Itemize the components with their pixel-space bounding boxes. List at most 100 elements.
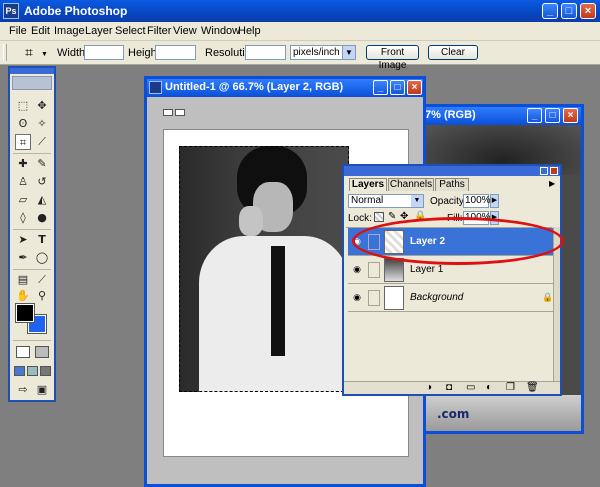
front-image-button[interactable]: Front Image (366, 45, 419, 71)
crop-tool-icon[interactable]: ⌗ (15, 134, 31, 150)
toolbox-titlebar[interactable] (10, 68, 54, 74)
clone-stamp-tool-icon[interactable]: ♙ (15, 174, 31, 190)
opacity-input[interactable]: 100% (463, 194, 491, 208)
eraser-tool-icon[interactable]: ▱ (15, 192, 31, 208)
close-button[interactable]: × (580, 3, 596, 19)
blend-mode-select[interactable]: Normal ▼ (348, 194, 424, 208)
brush-tool-icon[interactable]: ✎ (34, 156, 50, 172)
opacity-label: Opacity: (430, 196, 467, 207)
opacity-slider-icon[interactable]: ▶ (490, 194, 499, 208)
magic-wand-tool-icon[interactable]: ✧ (34, 116, 50, 132)
history-brush-tool-icon[interactable]: ↺ (34, 174, 50, 190)
foreground-color-swatch[interactable] (15, 303, 35, 323)
healing-brush-tool-icon[interactable]: ✚ (15, 156, 31, 172)
layer-style-icon[interactable]: ◑ (426, 382, 432, 393)
resolution-units-select[interactable]: pixels/inch ▼ (290, 45, 356, 60)
type-tool-icon[interactable]: T (34, 232, 50, 248)
layer-name[interactable]: Layer 1 (410, 264, 443, 275)
resolution-input[interactable] (245, 45, 286, 60)
menu-filter[interactable]: Filter (147, 25, 171, 37)
path-selection-tool-icon[interactable]: ➤ (15, 232, 31, 248)
menu-view[interactable]: View (173, 25, 197, 37)
gripper[interactable] (3, 44, 7, 61)
close-button[interactable]: × (407, 80, 422, 95)
lock-image-icon[interactable]: ✎ (388, 211, 396, 222)
menu-layer[interactable]: Layer (85, 25, 113, 37)
tab-paths[interactable]: Paths (435, 178, 469, 191)
ruler-icon (175, 109, 185, 116)
screen-mode-standard-icon[interactable] (14, 366, 25, 376)
document-front-titlebar[interactable]: Untitled-1 @ 66.7% (Layer 2, RGB) _ □ × (147, 79, 423, 97)
divider (13, 153, 51, 154)
link-icon[interactable] (368, 290, 380, 306)
dodge-tool-icon[interactable]: ● (34, 210, 50, 226)
marquee-tool-icon[interactable]: ⬚ (15, 98, 31, 114)
lock-label: Lock: (348, 213, 372, 224)
menu-window[interactable]: Window (201, 25, 240, 37)
shape-tool-icon[interactable]: ◯ (34, 250, 50, 266)
eyedropper-tool-icon[interactable]: ⟋ (34, 272, 50, 288)
jump-to-imageready-icon[interactable]: ⇨ (15, 382, 31, 398)
photoshop-icon: Ps (3, 3, 19, 19)
eye-icon[interactable]: ◉ (351, 292, 363, 304)
palette-menu-icon[interactable]: ▶ (549, 179, 555, 188)
document-back-title: 7% (RGB) (425, 109, 476, 121)
delete-layer-icon[interactable]: 🗑 (526, 382, 539, 393)
height-input[interactable] (155, 45, 196, 60)
menu-file[interactable]: File (9, 25, 27, 37)
chevron-down-icon: ▼ (342, 46, 355, 59)
screen-mode-full-icon[interactable] (40, 366, 51, 376)
document-back-titlebar[interactable]: 7% (RGB) _ □ × (403, 107, 581, 125)
minimize-button[interactable] (540, 167, 548, 175)
eye-icon[interactable]: ◉ (351, 264, 363, 276)
width-input[interactable] (84, 45, 124, 60)
lock-transparency-icon[interactable] (374, 212, 384, 222)
layers-palette-titlebar[interactable] (344, 166, 560, 176)
standard-mode-icon[interactable] (16, 346, 30, 358)
close-button[interactable] (550, 167, 558, 175)
tab-channels[interactable]: Channels (388, 178, 434, 191)
maximize-button[interactable]: □ (545, 108, 560, 123)
zoom-tool-icon[interactable]: ⚲ (34, 288, 50, 304)
imageready-icon[interactable]: ▣ (34, 382, 50, 398)
screen-mode-full-menu-icon[interactable] (27, 366, 38, 376)
menu-help[interactable]: Help (238, 25, 261, 37)
adjustment-layer-icon[interactable]: ◐ (486, 382, 492, 393)
units-value: pixels/inch (293, 47, 340, 58)
minimize-button[interactable]: _ (373, 80, 388, 95)
maximize-button[interactable]: □ (390, 80, 405, 95)
new-layer-icon[interactable]: ❐ (506, 382, 515, 393)
divider (13, 340, 51, 341)
photoshop-logo[interactable] (12, 76, 52, 90)
maximize-button[interactable]: □ (561, 3, 577, 19)
link-icon[interactable] (368, 262, 380, 278)
minimize-button[interactable]: _ (542, 3, 558, 19)
lasso-tool-icon[interactable]: ʘ (15, 116, 31, 132)
menu-image[interactable]: Image (54, 25, 85, 37)
close-button[interactable]: × (563, 108, 578, 123)
notes-tool-icon[interactable]: ▤ (15, 272, 31, 288)
layer-name[interactable]: Background (410, 292, 463, 303)
menu-edit[interactable]: Edit (31, 25, 50, 37)
blur-tool-icon[interactable]: ◊ (15, 210, 31, 226)
photoshop-doc-icon (149, 81, 162, 94)
toolbox: ⬚ ✥ ʘ ✧ ⌗ ⟋ ✚ ✎ ♙ ↺ ▱ ◭ ◊ ● ➤ T ✒ ◯ ▤ ⟋ … (8, 66, 56, 402)
new-set-icon[interactable]: ▭ (466, 382, 475, 393)
crop-tool-icon[interactable]: ⌗ (18, 44, 40, 61)
quick-mask-mode-icon[interactable] (35, 346, 49, 358)
menu-select[interactable]: Select (115, 25, 146, 37)
annotation-ring (352, 217, 564, 265)
hand-tool-icon[interactable]: ✋ (15, 288, 31, 304)
minimize-button[interactable]: _ (527, 108, 542, 123)
layers-footer: ◑ ◘ ▭ ◐ ❐ 🗑 (344, 381, 560, 394)
app-title: Adobe Photoshop (24, 4, 128, 18)
chevron-down-icon[interactable]: ▼ (41, 51, 48, 58)
paint-bucket-tool-icon[interactable]: ◭ (34, 192, 50, 208)
pen-tool-icon[interactable]: ✒ (15, 250, 31, 266)
slice-tool-icon[interactable]: ⟋ (34, 134, 50, 150)
move-tool-icon[interactable]: ✥ (34, 98, 50, 114)
layer-mask-icon[interactable]: ◘ (446, 382, 452, 393)
tab-layers[interactable]: Layers (349, 178, 387, 191)
clear-button[interactable]: Clear (428, 45, 478, 60)
layer-row-background[interactable]: ◉ Background 🔒 (348, 284, 560, 312)
